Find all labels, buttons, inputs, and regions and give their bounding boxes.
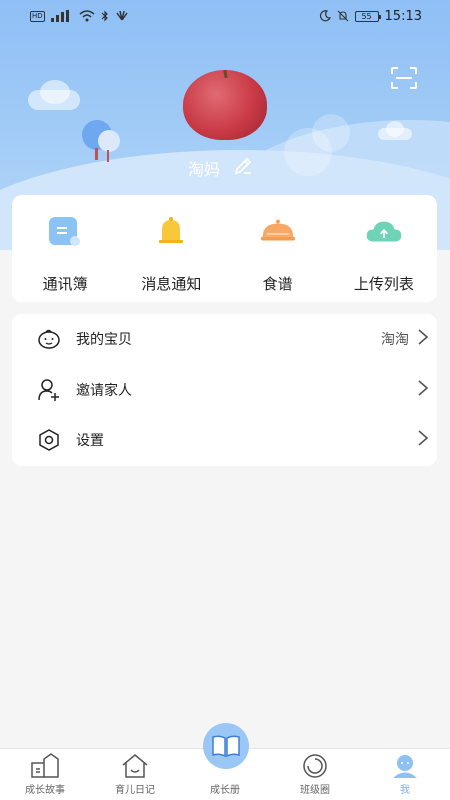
chevron-right-icon (417, 429, 429, 451)
add-user-icon (36, 377, 62, 403)
scan-icon (391, 67, 417, 89)
menu-item-settings[interactable]: 设置 (12, 415, 437, 466)
menu-item-label: 邀请家人 (76, 382, 132, 399)
baby-face-icon (36, 326, 62, 352)
bottom-tab-bar: 成长故事 育儿日记 成长册 班级圈 我 (0, 723, 450, 800)
bell-icon (152, 213, 190, 251)
menu-item-label: 我的宝贝 (76, 332, 132, 349)
bubble-decoration (312, 114, 350, 152)
edit-name-button[interactable] (232, 155, 254, 181)
bluetooth-icon (101, 10, 108, 22)
tree-trunk (107, 150, 109, 162)
menu-item-value: 淘淘 (381, 332, 409, 349)
quick-action-contacts[interactable]: 通讯簿 (15, 213, 115, 302)
pencil-icon (234, 157, 252, 175)
user-avatar[interactable] (183, 70, 267, 140)
class-circle-icon (300, 751, 330, 781)
quick-action-label: 通讯簿 (42, 275, 88, 293)
wifi-icon (79, 10, 95, 22)
hd-badge: HD (30, 10, 45, 22)
chevron-right-icon (417, 379, 429, 401)
tree-trunk (95, 148, 98, 160)
tab-class-circle[interactable]: 班级圈 (275, 751, 355, 796)
tab-growth-book[interactable]: 成长册 (185, 723, 265, 796)
battery-icon: 55 (354, 10, 381, 22)
quick-action-recipes[interactable]: 食谱 (228, 213, 328, 302)
mute-bell-icon (337, 10, 348, 22)
cloud-decoration (386, 121, 404, 137)
tab-me[interactable]: 我 (365, 751, 445, 796)
cloud-decoration (40, 80, 70, 104)
quick-action-label: 食谱 (262, 275, 293, 293)
tab-growth-story[interactable]: 成长故事 (5, 751, 85, 796)
settings-hex-icon (36, 427, 62, 453)
chevron-right-icon (417, 328, 429, 350)
tab-parenting-diary[interactable]: 育儿日记 (95, 751, 175, 796)
recipe-dish-icon (259, 213, 297, 251)
menu-item-invite-family[interactable]: 邀请家人 (12, 365, 437, 416)
quick-action-upload-list[interactable]: 上传列表 (334, 213, 434, 302)
menu-item-my-baby[interactable]: 我的宝贝 淘淘 (12, 314, 437, 365)
book-icon (203, 723, 249, 769)
signal-icon (50, 10, 69, 22)
user-name: 淘妈 (188, 160, 221, 179)
quick-action-label: 消息通知 (141, 275, 202, 293)
quick-action-label: 上传列表 (353, 275, 414, 293)
user-name-row: 淘妈 (188, 155, 254, 181)
diary-house-icon (120, 751, 150, 781)
tab-label: 育儿日记 (115, 785, 155, 796)
contacts-icon (46, 213, 84, 251)
moon-icon (319, 10, 331, 22)
status-time: 15:13 (384, 8, 422, 24)
tab-label: 我 (400, 785, 410, 796)
cloud-upload-icon (365, 213, 403, 251)
tab-label: 成长故事 (25, 785, 65, 796)
tab-label: 班级圈 (300, 785, 330, 796)
status-left: HD (30, 10, 129, 22)
status-bar: HD 55 15:13 (0, 0, 450, 32)
scan-button[interactable] (390, 66, 418, 90)
quick-action-notifications[interactable]: 消息通知 (121, 213, 221, 302)
menu-item-label: 设置 (76, 433, 104, 450)
settings-menu-card: 我的宝贝 淘淘 邀请家人 设置 (12, 314, 437, 466)
tab-label: 成长册 (210, 785, 240, 796)
growth-story-icon (30, 751, 60, 781)
tree-decoration (98, 130, 120, 152)
huawei-icon (116, 11, 128, 21)
status-right: 55 15:13 (319, 9, 422, 24)
me-icon (390, 751, 420, 781)
quick-actions-card: 通讯簿 消息通知 食谱 上传列表 (12, 195, 437, 302)
